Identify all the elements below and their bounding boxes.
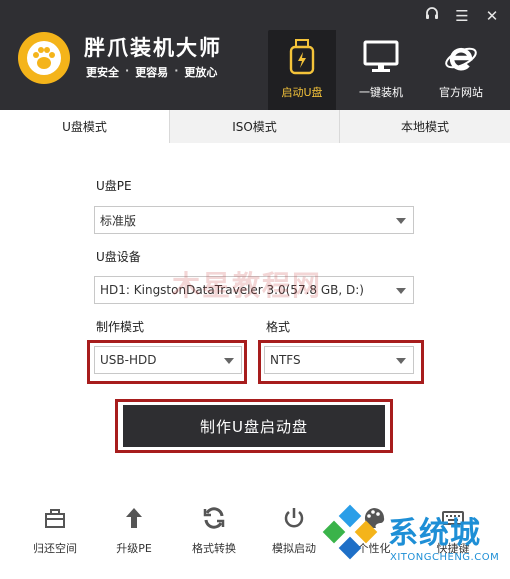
nav-label: 启动U盘 — [281, 86, 323, 99]
tool-upgrade-pe[interactable]: 升级PE — [98, 505, 170, 556]
chevron-down-icon — [396, 358, 406, 364]
site-logo-mark-icon — [322, 504, 378, 560]
headset-icon[interactable] — [422, 6, 442, 26]
chevron-down-icon — [396, 288, 406, 294]
nav-startup-usb[interactable]: 启动U盘 — [268, 30, 336, 110]
nav-label: 官方网站 — [439, 86, 483, 99]
format-value: NTFS — [270, 353, 301, 367]
make-boot-usb-button[interactable]: 制作U盘启动盘 — [123, 405, 385, 447]
udevice-label: U盘设备 — [96, 250, 141, 264]
mode-value: USB-HDD — [100, 353, 157, 367]
site-logo-en: XITONGCHENG.COM — [390, 552, 500, 563]
window-controls: ☰ ✕ — [422, 6, 502, 26]
tab-local-mode[interactable]: 本地模式 — [340, 110, 510, 143]
site-logo-cn: 系统城 — [388, 516, 481, 551]
format-label: 格式 — [266, 320, 291, 334]
tool-restore-space[interactable]: 归还空间 — [19, 505, 91, 556]
site-logo: 系统城 XITONGCHENG.COM — [318, 504, 503, 570]
paw-logo-icon — [18, 32, 70, 84]
convert-refresh-icon — [201, 505, 227, 531]
upe-select[interactable]: 标准版 — [94, 206, 414, 234]
slogan-separator: · — [125, 64, 130, 77]
mode-tabs: U盘模式 ISO模式 本地模式 — [0, 110, 510, 143]
slogan-item: 更安全 — [86, 66, 119, 79]
mode-label: 制作模式 — [96, 320, 145, 334]
slogan-item: 更放心 — [184, 66, 218, 79]
mode-select[interactable]: USB-HDD — [94, 346, 242, 374]
tab-usb-mode[interactable]: U盘模式 — [0, 110, 170, 143]
upe-value: 标准版 — [100, 213, 137, 228]
chevron-down-icon — [224, 358, 234, 364]
app-header: ☰ ✕ 胖爪装机大师 更安全 · 更容易 · 更放心 启动U盘 一键装机 官方网… — [0, 0, 510, 110]
chevron-down-icon — [396, 218, 406, 224]
close-icon[interactable]: ✕ — [482, 6, 502, 26]
tool-label: 格式转换 — [192, 542, 236, 555]
nav-official-site[interactable]: 官方网站 — [428, 30, 494, 110]
upgrade-arrow-icon — [121, 505, 147, 531]
tab-iso-mode[interactable]: ISO模式 — [170, 110, 340, 143]
tool-label: 归还空间 — [33, 542, 77, 555]
monitor-icon — [362, 38, 400, 76]
usb-drive-icon — [283, 38, 321, 76]
brand-slogan: 更安全 · 更容易 · 更放心 — [86, 64, 217, 80]
upe-label: U盘PE — [96, 179, 132, 193]
format-select[interactable]: NTFS — [264, 346, 414, 374]
watermark-text: 木星教程网 — [172, 269, 323, 302]
menu-icon[interactable]: ☰ — [452, 6, 472, 26]
brand-title: 胖爪装机大师 — [84, 36, 222, 60]
power-icon — [281, 505, 307, 531]
tool-label: 模拟启动 — [272, 542, 316, 555]
restore-space-icon — [42, 505, 68, 531]
slogan-separator: · — [174, 64, 179, 77]
nav-one-click-install[interactable]: 一键装机 — [348, 30, 414, 110]
nav-label: 一键装机 — [359, 86, 403, 99]
ie-browser-icon — [442, 38, 480, 76]
tool-label: 升级PE — [116, 542, 152, 555]
slogan-item: 更容易 — [135, 66, 169, 79]
tool-format-convert[interactable]: 格式转换 — [178, 505, 250, 556]
